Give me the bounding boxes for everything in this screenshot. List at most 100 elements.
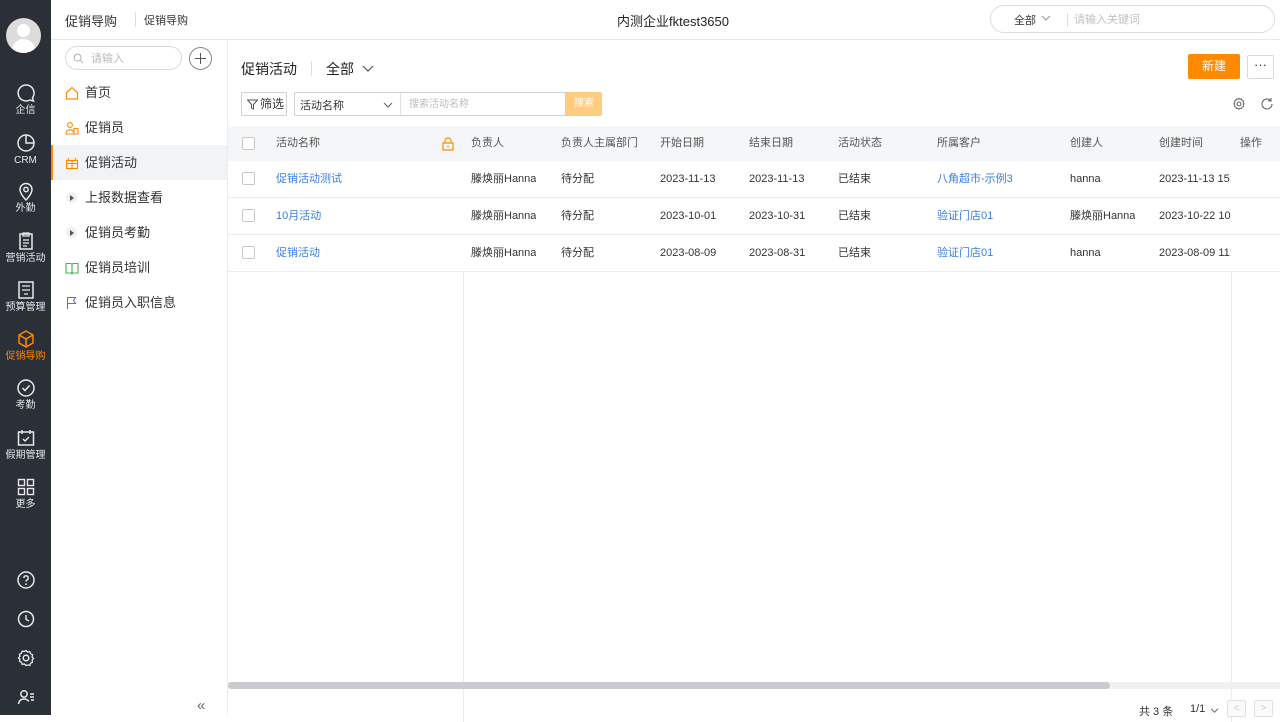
settings-button[interactable] bbox=[0, 648, 51, 672]
search-button[interactable]: 搜索 bbox=[566, 92, 602, 116]
rail-item-field[interactable]: 外勤 bbox=[0, 180, 51, 226]
page-title: 促销活动 bbox=[241, 61, 297, 77]
row-checkbox[interactable] bbox=[242, 172, 255, 185]
column-header[interactable]: 创建时间 bbox=[1159, 126, 1229, 161]
scrollbar-thumb[interactable] bbox=[228, 682, 1110, 689]
calendar-check-icon bbox=[17, 430, 34, 446]
activity-name-link[interactable]: 10月活动 bbox=[276, 198, 321, 234]
filter-field-label: 活动名称 bbox=[300, 100, 344, 112]
chevron-down-icon[interactable] bbox=[1041, 13, 1051, 23]
filter-button[interactable]: 筛选 bbox=[241, 92, 287, 116]
expand-arrow-icon[interactable] bbox=[66, 227, 77, 238]
new-button[interactable]: 新建 bbox=[1188, 54, 1240, 79]
select-all-checkbox[interactable] bbox=[242, 137, 255, 150]
sidebar-item-attendance[interactable]: 促销员考勤 bbox=[51, 215, 227, 250]
chevron-down-icon bbox=[383, 102, 393, 108]
chevron-down-icon[interactable] bbox=[362, 63, 374, 73]
avatar[interactable] bbox=[6, 18, 41, 53]
table-cell: 已结束 bbox=[838, 173, 871, 185]
company-name: 内测企业fktest3650 bbox=[617, 14, 729, 29]
table-cell: 2023-11-13 bbox=[749, 173, 805, 185]
global-search: 全部 bbox=[990, 5, 1275, 33]
more-button[interactable]: ··· bbox=[1247, 55, 1274, 79]
people-icon bbox=[65, 122, 79, 135]
user-list-button[interactable] bbox=[0, 687, 51, 711]
table-row[interactable]: 10月活动 滕焕丽Hanna 待分配 2023-10-01 2023-10-31… bbox=[228, 198, 1280, 235]
check-circle-icon bbox=[16, 379, 35, 397]
column-divider bbox=[1231, 272, 1232, 722]
table-cell: 2023-10-22 10: bbox=[1159, 210, 1231, 222]
rail-item-chat[interactable]: 企信 bbox=[0, 82, 51, 128]
activity-name-link[interactable]: 促销活动 bbox=[276, 235, 320, 271]
column-header[interactable]: 所属客户 bbox=[937, 126, 981, 161]
settings-icon[interactable] bbox=[1232, 97, 1246, 111]
view-scope-select[interactable]: 全部 bbox=[326, 59, 354, 79]
refresh-icon[interactable] bbox=[1260, 97, 1274, 111]
sidebar-item-report-data[interactable]: 上报数据查看 bbox=[51, 180, 227, 215]
sidebar-item-onboarding[interactable]: 促销员入职信息 bbox=[51, 285, 227, 320]
search-scope-select[interactable]: 全部 bbox=[1014, 12, 1036, 28]
rail-label: 预算管理 bbox=[5, 302, 46, 313]
sidebar-item-home[interactable]: 首页 bbox=[51, 75, 227, 110]
column-header[interactable]: 负责人 bbox=[471, 126, 504, 161]
prev-page-button[interactable]: < bbox=[1227, 700, 1246, 717]
rail-item-crm[interactable]: CRM bbox=[0, 132, 51, 178]
expand-arrow-icon[interactable] bbox=[66, 192, 77, 203]
row-checkbox[interactable] bbox=[242, 209, 255, 222]
chevron-down-icon[interactable] bbox=[1210, 707, 1219, 714]
sidebar-item-promoter[interactable]: 促销员 bbox=[51, 110, 227, 145]
column-header[interactable]: 开始日期 bbox=[660, 126, 704, 161]
main-content: 促销活动 全部 新建 ··· 筛选 活动名称 搜索 活动名称 负责人 负责人主属… bbox=[228, 40, 1280, 722]
customer-link[interactable]: 验证门店01 bbox=[937, 198, 993, 234]
table-cell: 2023-08-09 bbox=[660, 247, 717, 259]
column-header[interactable]: 负责人主属部门 bbox=[561, 126, 638, 161]
table-cell: 2023-10-01 bbox=[660, 210, 717, 222]
rail-label: 假期管理 bbox=[5, 450, 46, 461]
sidebar-item-label: 促销活动 bbox=[85, 155, 138, 170]
column-header[interactable]: 活动名称 bbox=[276, 126, 320, 161]
next-page-button[interactable]: > bbox=[1254, 700, 1273, 717]
sidebar-search-input[interactable] bbox=[91, 51, 176, 66]
table-row[interactable]: 促销活动测试 滕焕丽Hanna 待分配 2023-11-13 2023-11-1… bbox=[228, 161, 1280, 198]
column-header: 操作 bbox=[1240, 137, 1262, 149]
rail-label: 营销活动 bbox=[5, 253, 46, 264]
filter-field-select[interactable]: 活动名称 bbox=[294, 92, 400, 116]
sidebar-item-training[interactable]: 促销员培训 bbox=[51, 250, 227, 285]
column-header[interactable]: 活动状态 bbox=[838, 126, 882, 161]
table-row[interactable]: 促销活动 滕焕丽Hanna 待分配 2023-08-09 2023-08-31 … bbox=[228, 235, 1280, 272]
divider bbox=[1067, 13, 1068, 27]
activity-name-link[interactable]: 促销活动测试 bbox=[276, 161, 342, 197]
clipboard-icon bbox=[18, 232, 33, 250]
table-cell: 2023-11-13 bbox=[660, 173, 716, 185]
rail-label: CRM bbox=[14, 155, 37, 166]
rail-item-more[interactable]: 更多 bbox=[0, 476, 51, 522]
filter-icon bbox=[247, 99, 258, 110]
help-icon bbox=[16, 571, 35, 589]
table-cell: 待分配 bbox=[561, 173, 594, 185]
row-checkbox[interactable] bbox=[242, 246, 255, 259]
column-header[interactable]: 结束日期 bbox=[749, 126, 793, 161]
history-button[interactable] bbox=[0, 609, 51, 633]
app-subtitle[interactable]: 促销导购 bbox=[144, 12, 188, 28]
customer-link[interactable]: 验证门店01 bbox=[937, 235, 993, 271]
rail-item-marketing[interactable]: 营销活动 bbox=[0, 230, 51, 276]
sidebar-item-promo-activity[interactable]: 促销活动 bbox=[51, 145, 227, 180]
rail-item-promo[interactable]: 促销导购 bbox=[0, 328, 51, 374]
page-select[interactable]: 1/1 bbox=[1190, 703, 1205, 715]
sidebar-item-label: 首页 bbox=[85, 85, 112, 100]
activity-search-input[interactable] bbox=[400, 92, 566, 116]
help-button[interactable] bbox=[0, 570, 51, 594]
collapse-sidebar-button[interactable]: « bbox=[197, 697, 205, 714]
horizontal-scrollbar[interactable] bbox=[228, 682, 1280, 689]
rail-item-leave[interactable]: 假期管理 bbox=[0, 427, 51, 473]
rail-item-attendance[interactable]: 考勤 bbox=[0, 377, 51, 423]
table-cell: hanna bbox=[1070, 247, 1101, 259]
rail-item-budget[interactable]: 预算管理 bbox=[0, 279, 51, 325]
table-cell: 滕焕丽Hanna bbox=[1070, 210, 1136, 222]
add-button[interactable] bbox=[189, 47, 212, 70]
column-header[interactable]: 创建人 bbox=[1070, 126, 1103, 161]
global-search-input[interactable] bbox=[1074, 11, 1264, 28]
customer-link[interactable]: 八角超市-示例3 bbox=[937, 161, 1013, 197]
sidebar-item-label: 促销员入职信息 bbox=[85, 295, 177, 310]
table-cell: 滕焕丽Hanna bbox=[471, 247, 537, 259]
